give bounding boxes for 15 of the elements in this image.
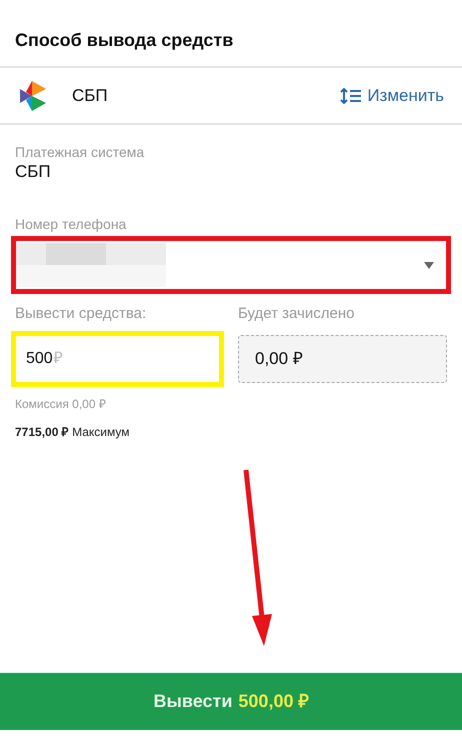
field-value: СБП [15,161,52,183]
field-label: Платежная система [15,143,146,161]
change-link[interactable]: Изменить [340,82,444,108]
field-label: Номер телефона [15,215,128,233]
sort-icon [340,88,362,104]
field-label: Вывести средства: [15,304,148,324]
commission-text: Комиссия 0,00 ₽ [15,396,107,413]
dropdown-caret-icon [424,262,434,268]
credited-field: 0,00 ₽ [238,335,447,383]
logo-icon [18,78,48,112]
field-label: Будет зачислено [238,304,356,324]
maximum-text: 7715,00 ₽ Максимум [15,424,130,441]
withdraw-button[interactable]: Вывести 500,00 ₽ [0,672,462,730]
section-title: Способ вывода средств [15,29,234,52]
method-name: СБП [72,84,108,107]
